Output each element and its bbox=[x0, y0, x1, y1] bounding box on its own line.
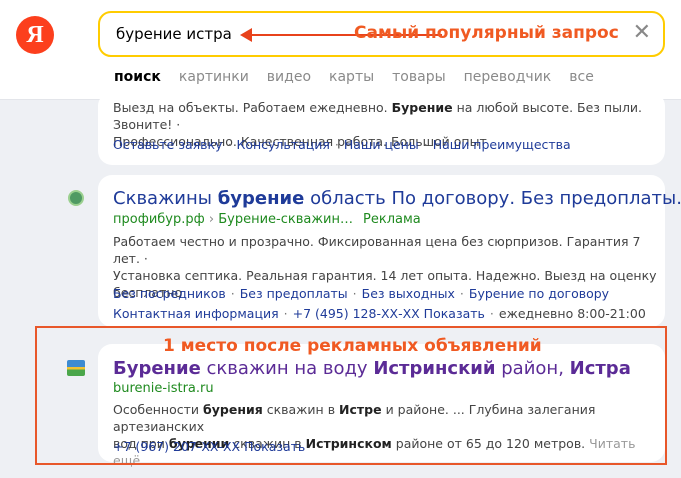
ad-label: Реклама bbox=[363, 212, 421, 227]
tab-maps[interactable]: карты bbox=[329, 69, 374, 85]
search-input[interactable]: бурение истра bbox=[116, 25, 232, 43]
annotation-popular-query: Самый популярный запрос bbox=[354, 23, 619, 43]
search-box[interactable]: бурение истра Самый популярный запрос ✕ bbox=[98, 11, 665, 57]
sitelink-request[interactable]: Оставьте заявку bbox=[113, 137, 222, 152]
result-2-title[interactable]: Скважины бурение область По договору. Бе… bbox=[113, 188, 681, 209]
tab-all[interactable]: все bbox=[569, 69, 594, 85]
phone-link[interactable]: +7 (495) 128-ХХ-ХХ Показать bbox=[293, 306, 485, 321]
tab-search[interactable]: поиск bbox=[114, 69, 161, 85]
search-result-1: Выезд на объекты. Работаем ежедневно. Бу… bbox=[98, 92, 665, 165]
sitelink-no-weekends[interactable]: Без выходных bbox=[362, 286, 455, 301]
sitelink-advantages[interactable]: Наши преимущества bbox=[433, 137, 571, 152]
result-1-sitelinks: Оставьте заявку · Консультация · Наши цены · Н… bbox=[113, 137, 571, 152]
favicon-profibur bbox=[68, 190, 84, 206]
close-icon[interactable]: ✕ bbox=[633, 22, 651, 44]
tab-products[interactable]: товары bbox=[392, 69, 446, 85]
working-hours: ежедневно 8:00-21:00 bbox=[498, 306, 646, 321]
result-2-sitelinks: Без посредников · Без предоплаты · Без выход… bbox=[113, 286, 610, 301]
tab-images[interactable]: картинки bbox=[179, 69, 249, 85]
sitelink-no-middlemen[interactable]: Без посредников bbox=[113, 286, 226, 301]
search-tabs: поиск картинки видео карты товары перево… bbox=[114, 69, 594, 85]
annotation-first-place: 1 место после рекламных объявлений bbox=[163, 336, 542, 356]
search-result-2: Скважины бурение область По договору. Бе… bbox=[98, 175, 681, 327]
sitelink-consult[interactable]: Консультация bbox=[236, 137, 329, 152]
result-2-url[interactable]: профибур.рф › Бурение-скважин… Реклама bbox=[113, 212, 421, 227]
sitelink-no-prepay[interactable]: Без предоплаты bbox=[240, 286, 348, 301]
sitelink-prices[interactable]: Наши цены bbox=[344, 137, 419, 152]
sitelink-contract[interactable]: Бурение по договору bbox=[469, 286, 609, 301]
yandex-logo[interactable]: Я bbox=[16, 16, 54, 54]
tab-translator[interactable]: переводчик bbox=[464, 69, 552, 85]
result-2-contacts: Контактная информация · +7 (495) 128-ХХ-ХХ… bbox=[113, 306, 646, 321]
tab-video[interactable]: видео bbox=[267, 69, 311, 85]
contact-info-link[interactable]: Контактная информация bbox=[113, 306, 279, 321]
search-header: Я бурение истра Самый популярный запрос … bbox=[0, 0, 681, 100]
